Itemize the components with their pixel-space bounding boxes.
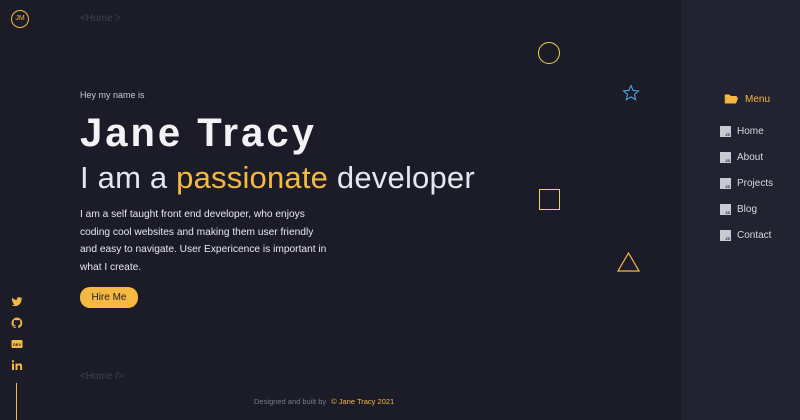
dev-icon[interactable]: DEV [11,335,23,348]
nav-item-about[interactable]: JS About [720,144,773,170]
left-rail: JM DEV [0,0,40,420]
nav-item-label: Blog [737,203,758,215]
nav-item-contact[interactable]: JS Contact [720,222,773,248]
github-icon[interactable] [11,314,23,329]
intro-text: I am a self taught front end developer, … [80,209,327,273]
triangle-decoration [617,252,640,272]
js-file-icon: JS [720,125,731,137]
social-links: DEV [11,293,23,377]
nav-item-projects[interactable]: JS Projects [720,170,773,196]
linkedin-icon[interactable] [11,356,23,370]
svg-text:DEV: DEV [13,342,22,347]
tagline-prefix: I am a [80,160,177,195]
menu-title: Menu [745,93,771,105]
footer-credit[interactable]: © Jane Tracy 2021 [331,397,394,406]
nav-item-home[interactable]: JS Home [720,118,773,144]
js-file-icon: JS [720,177,731,189]
nav-item-label: About [737,151,764,163]
open-tag: <Home > [80,13,122,24]
folder-open-icon [724,94,739,104]
star-decoration [622,84,640,101]
circle-decoration [538,42,560,64]
tagline-accent: passionate [176,160,329,195]
nav-item-label: Home [737,125,764,137]
square-decoration [539,189,560,210]
nav-list: JS Home JS About JS Projects JS Blog JS … [720,118,773,248]
tagline: I am a passionate developer [80,159,475,197]
page-title: Jane Tracy [80,111,317,155]
footer: Designed and built by © Jane Tracy 2021 [254,397,394,406]
nav-item-label: Contact [737,229,772,241]
js-file-icon: JS [720,203,731,215]
side-menu: Menu JS Home JS About JS Projects JS Blo… [681,0,800,420]
menu-header[interactable]: Menu [724,91,770,107]
js-file-icon: JS [720,229,731,241]
rail-divider [16,383,17,420]
close-tag: <Home /> [80,371,124,382]
nav-item-blog[interactable]: JS Blog [720,196,773,222]
hire-me-button[interactable]: Hire Me [80,287,138,308]
js-file-icon: JS [720,151,731,163]
footer-text: Designed and built by [254,397,327,406]
logo[interactable]: JM [11,10,29,28]
tagline-suffix: developer [328,160,475,195]
twitter-icon[interactable] [11,293,23,307]
greeting: Hey my name is [80,90,145,100]
nav-item-label: Projects [737,177,774,189]
